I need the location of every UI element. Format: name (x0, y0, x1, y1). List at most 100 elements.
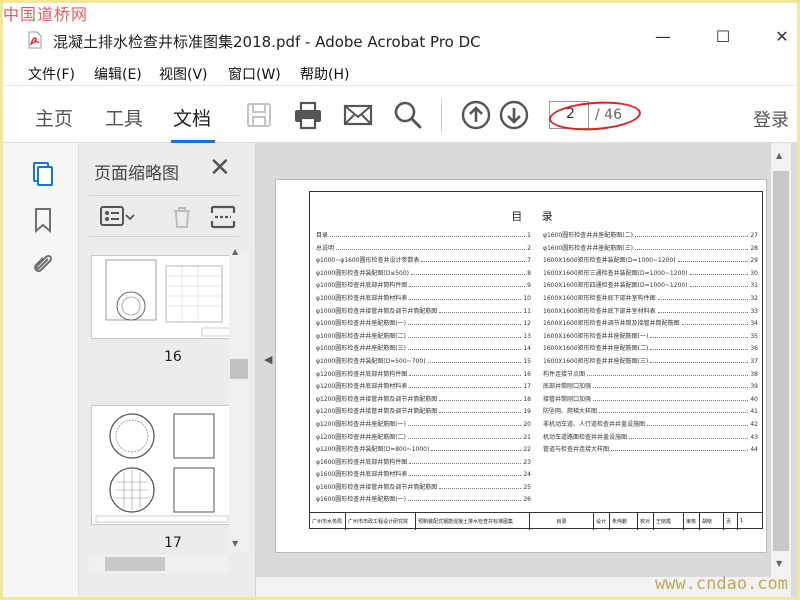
options-menu-icon[interactable] (99, 204, 135, 230)
thumbnail-vertical-scrollbar[interactable]: ▲ ▼ (229, 247, 249, 553)
scroll-thumb[interactable] (105, 557, 165, 571)
toc-entry-page: 42 (750, 420, 758, 428)
bookmark-icon[interactable] (31, 207, 55, 233)
toc-entry-page: 41 (750, 408, 758, 416)
toc-entry[interactable]: φ1200圆形检查井装配图(D=800~1000) 22 (316, 444, 531, 457)
menu-file[interactable]: 文件(F) (28, 64, 75, 84)
toc-leader-dots (657, 298, 749, 300)
toc-entry[interactable]: 1600X1600矩形检查井底下部井室构件图 32 (543, 293, 758, 306)
minimize-button[interactable]: — (648, 27, 678, 51)
scroll-thumb[interactable] (230, 359, 248, 379)
toc-entry[interactable]: 防坠网、爬梯大样图 41 (543, 406, 758, 419)
toc-entry[interactable]: 总说明 2 (316, 243, 531, 256)
toc-entry[interactable]: 1600X1600矩形检查井底下部井室材料表 33 (543, 306, 758, 319)
toc-entry-page: 10 (523, 294, 531, 302)
toc-entry[interactable]: 目录 1 (316, 230, 531, 243)
toc-entry[interactable]: φ1000~φ1600圆形检查井设计参数表 7 (316, 255, 531, 268)
thumbnail-drawing (95, 413, 229, 523)
toc-entry[interactable]: φ1200圆形检查井底部井筒材料表 17 (316, 381, 531, 394)
toc-leader-dots (431, 450, 522, 452)
toc-entry[interactable]: 1600X1600矩形三通检查井装配图(D=1000~1200) 30 (543, 268, 758, 281)
toc-entry[interactable]: φ1200圆形检查井井座配筋图(二) 21 (316, 432, 531, 445)
toc-entry[interactable]: 1600X1600矩形检查井井座配筋图(二) 36 (543, 343, 758, 356)
tab-home[interactable]: 主页 (35, 104, 73, 131)
toc-entry[interactable]: φ1000圆形检查井井座配筋图(二) 13 (316, 331, 531, 344)
scroll-down-arrow[interactable]: ▼ (232, 539, 238, 548)
toc-entry-title: 1600X1600矩形三通检查井装配图(D=1000~1200) (543, 269, 688, 277)
toc-entry[interactable]: φ1600圆形检查井井座配筋图(二) 27 (543, 230, 758, 243)
login-button[interactable]: 登录 (753, 106, 789, 132)
toc-entry[interactable]: φ1600圆形检查井底部井筒构件图 23 (316, 457, 531, 470)
panel-close-button[interactable]: ✕ (209, 153, 231, 183)
scroll-up-arrow[interactable]: ▲ (232, 247, 238, 256)
toc-entry[interactable]: 1600X1600矩形四通检查井装配图(D=1000~1200) 31 (543, 280, 758, 293)
toc-entry[interactable]: 非机动车道、人行道检查井井盖设施图 42 (543, 419, 758, 432)
scroll-thumb[interactable] (773, 171, 789, 551)
thumbnail-horizontal-scrollbar[interactable] (89, 555, 229, 573)
menu-view[interactable]: 视图(V) (159, 64, 208, 84)
toc-entry[interactable]: 1600X1600矩形检查井井座配筋图(一) 35 (543, 331, 758, 344)
toc-entry-page: 30 (750, 269, 758, 277)
tab-tools[interactable]: 工具 (105, 104, 143, 131)
document-vertical-scrollbar[interactable]: ▲ ▼ (771, 143, 791, 597)
toc-entry[interactable]: φ1000圆形检查井装配图(D=500~700) 15 (316, 356, 531, 369)
toc-entry[interactable]: φ1200圆形检查井底部井筒构件图 16 (316, 369, 531, 382)
toc-entry-title: φ1200圆形检查井装配图(D=800~1000) (316, 446, 430, 454)
toc-leader-dots (421, 261, 526, 263)
toc-entry[interactable]: φ1000圆形检查井底部井筒材料表 10 (316, 293, 531, 306)
toc-entry[interactable]: φ1200圆形检查井接管井筒及调节井筒配筋图 18 (316, 394, 531, 407)
toc-entry[interactable]: φ1000圆形检查井井座配筋图(一) 12 (316, 318, 531, 331)
toc-entry[interactable]: φ1600圆形检查井井座配筋图(一) 26 (316, 494, 531, 507)
tab-document[interactable]: 文档 (173, 104, 211, 131)
page-thumbnail-17[interactable] (91, 405, 231, 525)
toc-entry-title: 1600X1600矩形检查井井座配筋图(二) (543, 345, 649, 353)
toc-entry[interactable]: 接管井筒刚口加强 40 (543, 394, 758, 407)
previous-page-icon[interactable] (460, 99, 492, 131)
collapse-panel-arrow[interactable]: ◀ (264, 353, 272, 366)
toc-entry[interactable]: φ1000圆形检查井装配图(D≤500) 8 (316, 268, 531, 281)
toc-entry[interactable]: φ1000圆形检查井接管井筒及调节井筒配筋图 11 (316, 306, 531, 319)
toc-entry[interactable]: 管道与检查井连接大样图 44 (543, 444, 758, 457)
toc-entry[interactable]: φ1200圆形检查井井座配筋图(一) 20 (316, 419, 531, 432)
next-page-icon[interactable] (498, 99, 530, 131)
toc-entry[interactable]: φ1000圆形检查井底部井筒构件图 9 (316, 280, 531, 293)
drawing-title-block: 广州市水务局 广州市市政工程设计研究院 预制装配式钢筋混凝土排水检查井标准图集 … (310, 512, 762, 530)
toc-entry-title: 总说明 (316, 244, 335, 252)
toc-entry[interactable]: φ1000圆形检查井井座配筋图(三) 14 (316, 343, 531, 356)
delete-page-icon[interactable] (169, 204, 195, 230)
page-thumbnail-16[interactable] (91, 255, 231, 339)
toc-entry[interactable]: 机动车道路面检查井井盖设施图 43 (543, 432, 758, 445)
scroll-up-arrow[interactable]: ▲ (776, 151, 782, 160)
menu-bar: 文件(F) 编辑(E) 视图(V) 窗口(W) 帮助(H) (3, 59, 797, 85)
toc-leader-dots (439, 311, 522, 313)
toc-entry-page: 18 (523, 395, 531, 403)
close-window-button[interactable]: ✕ (767, 27, 797, 51)
menu-edit[interactable]: 编辑(E) (94, 64, 142, 84)
toc-entry-title: φ1200圆形检查井井座配筋图(二) (316, 433, 406, 441)
toc-entry-page: 38 (750, 370, 758, 378)
scroll-down-arrow[interactable]: ▼ (776, 559, 782, 568)
toc-entry[interactable]: 1600X1600矩形检查井装配图(D=1000~1200) 29 (543, 255, 758, 268)
toc-entry[interactable]: 底部井筒刚口加强 39 (543, 381, 758, 394)
attachment-icon[interactable] (31, 251, 55, 277)
toc-entry-page: 8 (527, 269, 531, 277)
toc-entry-title: φ1000圆形检查井底部井筒构件图 (316, 282, 408, 290)
maximize-button[interactable]: ☐ (708, 27, 738, 51)
toc-entry[interactable]: 1600X1600矩形检查井井座配筋图(三) 37 (543, 356, 758, 369)
save-icon[interactable] (243, 99, 275, 131)
page-thumbnails-icon[interactable] (31, 161, 55, 187)
search-icon[interactable] (392, 99, 424, 131)
email-icon[interactable] (342, 99, 374, 131)
toc-entry[interactable]: 构件连接节点图 38 (543, 369, 758, 382)
toc-leader-dots (677, 261, 749, 263)
menu-window[interactable]: 窗口(W) (228, 64, 281, 84)
menu-help[interactable]: 帮助(H) (300, 64, 349, 84)
toc-leader-dots (407, 336, 522, 338)
toc-entry[interactable]: φ1600圆形检查井接管井筒及调节井筒配筋图 25 (316, 482, 531, 495)
toc-entry[interactable]: 1600X1600矩形检查井调节井筒及接管井筒配筋图 34 (543, 318, 758, 331)
toc-entry[interactable]: φ1600圆形检查井井座配筋图(三) 28 (543, 243, 758, 256)
print-icon[interactable] (292, 99, 324, 131)
toc-entry[interactable]: φ1200圆形检查井接管井筒及调节井筒配筋图 19 (316, 406, 531, 419)
extract-pages-icon[interactable] (209, 204, 237, 230)
toc-entry[interactable]: φ1600圆形检查井底部井筒材料表 24 (316, 469, 531, 482)
